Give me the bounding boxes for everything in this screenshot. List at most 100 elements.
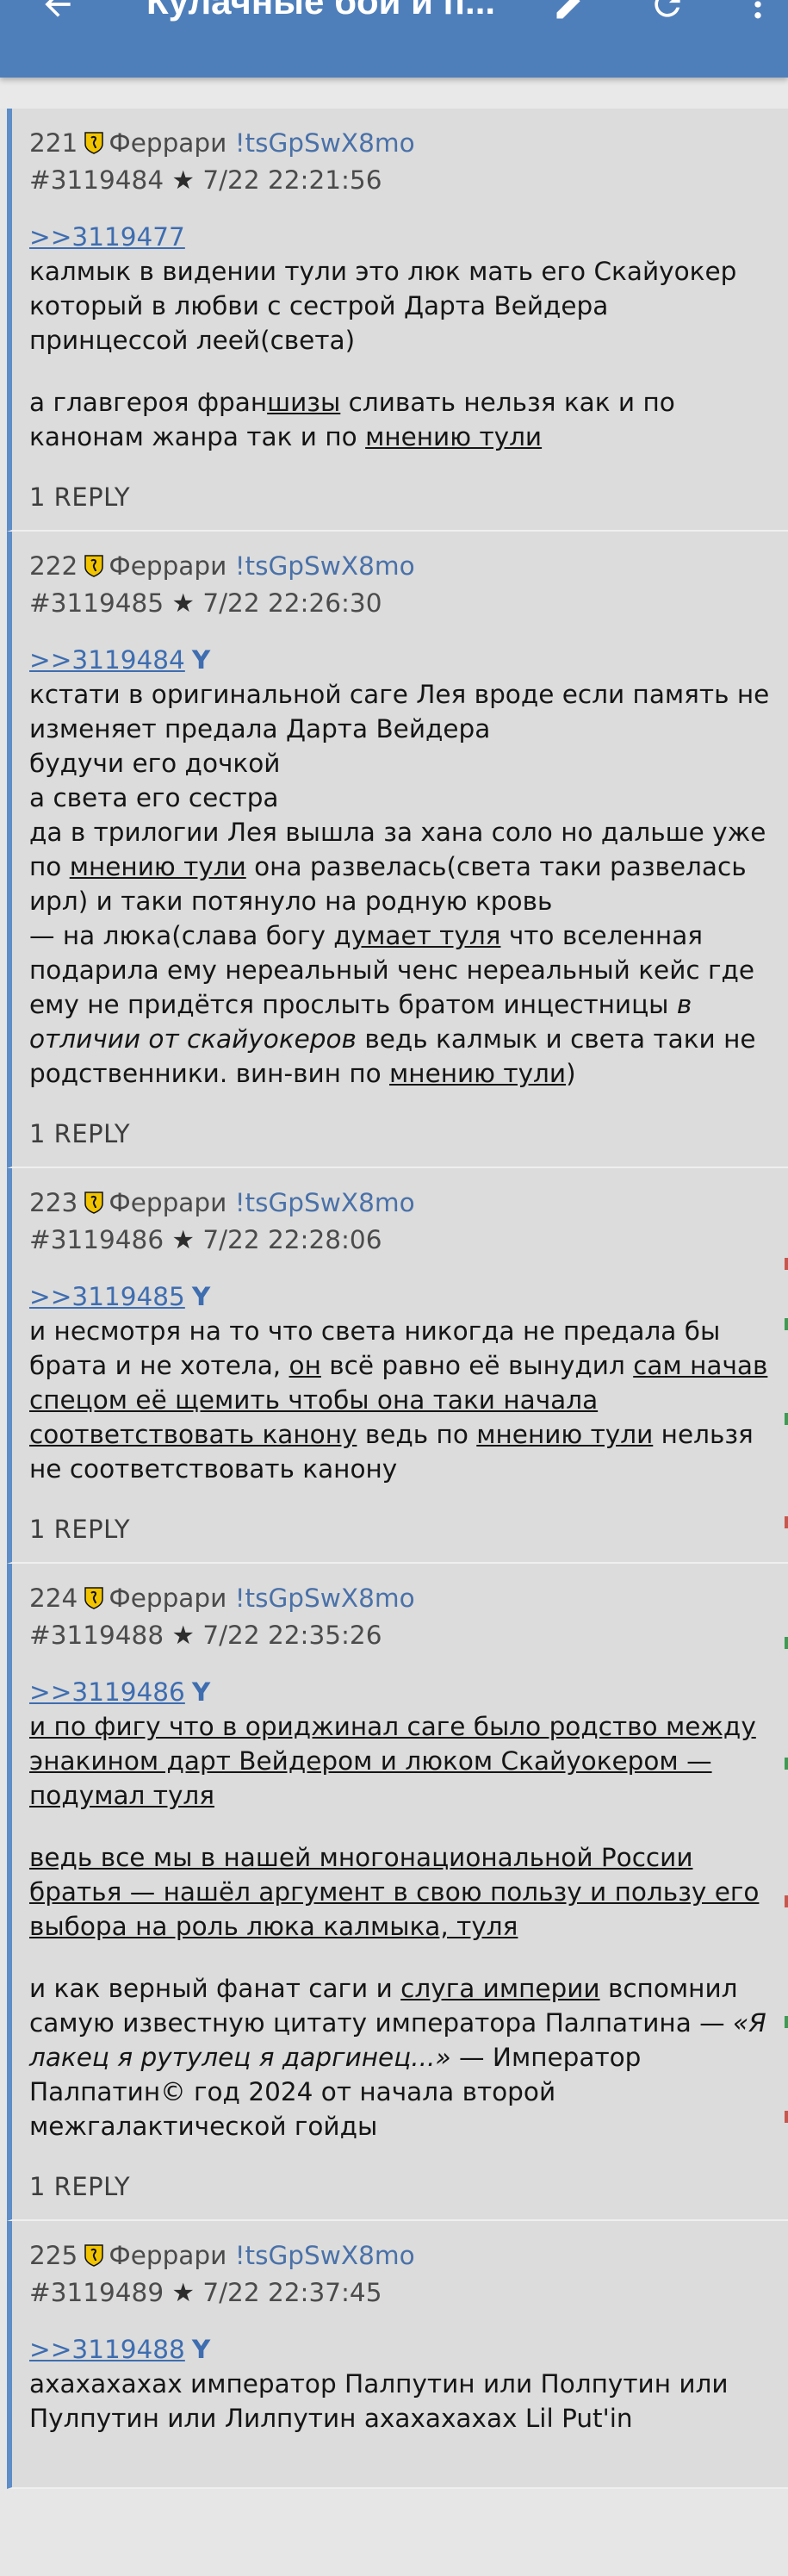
post-header: 221 Феррари !tsGpSwX8mo	[29, 126, 774, 163]
scroller-mark	[785, 1318, 788, 1330]
quote-line: >>3119486 Y	[29, 1675, 774, 1709]
tripcode[interactable]: !tsGpSwX8mo	[235, 128, 415, 158]
post-text: и как верный фанат саги и слуга империи …	[29, 1971, 774, 2144]
quote-line: >>3119477	[29, 220, 774, 254]
thread-title: Кулачные бои и п...	[146, 0, 496, 22]
more-vert-icon	[754, 1, 761, 19]
post-meta: #3119489 ★ 7/22 22:37:45	[29, 2275, 774, 2310]
poster-name: Феррари	[109, 551, 227, 581]
quote-link[interactable]: >>3119484	[29, 645, 185, 675]
post-number: 222	[29, 551, 78, 581]
poster-name: Феррари	[109, 128, 227, 158]
fast-scroller-track[interactable]	[784, 1154, 788, 2188]
post-header: 224 Феррари !tsGpSwX8mo	[29, 1581, 774, 1618]
ferrari-flag-icon	[84, 1584, 104, 1618]
scroller-mark	[785, 1413, 788, 1425]
star-icon: ★	[171, 165, 195, 195]
quote-link[interactable]: >>3119477	[29, 222, 185, 252]
post-text: будучи его дочкой	[29, 749, 281, 778]
poster-name: Феррари	[109, 2241, 227, 2270]
quote-line: >>3119484 Y	[29, 643, 774, 677]
quote-link[interactable]: >>3119488	[29, 2335, 185, 2364]
scroller-mark	[785, 2111, 788, 2123]
refresh-button[interactable]	[637, 0, 698, 43]
previous-post-edge	[0, 78, 788, 109]
you-marker: Y	[191, 2335, 211, 2364]
text-span: )	[566, 1059, 576, 1088]
post-meta: #3119484 ★ 7/22 22:21:56	[29, 163, 774, 197]
post-text: а света его сестра	[29, 783, 279, 812]
post-text: а главгероя франшизы сливать нельзя как …	[29, 385, 774, 454]
quote-link[interactable]: >>3119486	[29, 1677, 185, 1707]
post-header: 222 Феррари !tsGpSwX8mo	[29, 549, 774, 586]
app-bar: Кулачные бои и п...	[0, 0, 788, 78]
scroller-mark	[785, 1258, 788, 1270]
you-marker: Y	[191, 1677, 211, 1707]
post-id[interactable]: #3119489	[29, 2278, 164, 2307]
post-date: 7/22 22:26:30	[202, 588, 382, 618]
post-body: >>3119488 Y ахахахахах император Палпутин…	[29, 2332, 774, 2436]
scroller-mark	[785, 1895, 788, 1907]
scroller-mark	[785, 1758, 788, 1770]
post-id[interactable]: #3119486	[29, 1225, 164, 1254]
star-icon: ★	[171, 2278, 195, 2307]
tripcode[interactable]: !tsGpSwX8mo	[235, 551, 415, 581]
replies-button[interactable]: 1 REPLY	[29, 480, 774, 514]
post-id[interactable]: #3119488	[29, 1621, 164, 1650]
tripcode[interactable]: !tsGpSwX8mo	[235, 1188, 415, 1217]
underlined-text: мнению тули	[69, 852, 246, 881]
underlined-text: мнению тули	[476, 1420, 654, 1449]
ferrari-flag-icon	[84, 551, 104, 586]
post-text: ведь все мы в нашей многонациональной Ро…	[29, 1843, 760, 1941]
replies-button[interactable]: 1 REPLY	[29, 1512, 774, 1546]
post-meta: #3119488 ★ 7/22 22:35:26	[29, 1618, 774, 1652]
replies-button[interactable]: 1 REPLY	[29, 1117, 774, 1151]
post: 225 Феррари !tsGpSwX8mo #3119489 ★ 7/22 2…	[7, 2221, 788, 2489]
text-span: всё равно её вынудил	[320, 1351, 634, 1380]
you-marker: Y	[191, 645, 211, 675]
post-number: 223	[29, 1188, 78, 1217]
post-text: и по фигу что в ориджинал саге было родс…	[29, 1712, 756, 1810]
back-button[interactable]	[19, 0, 96, 43]
ferrari-flag-icon	[84, 1188, 104, 1223]
edit-button[interactable]	[541, 0, 601, 43]
tripcode[interactable]: !tsGpSwX8mo	[235, 1584, 415, 1613]
post-text: — на люка(слава богу думает туля что все…	[29, 918, 774, 1091]
post-body: >>3119485 Y и несмотря на то что света ни…	[29, 1279, 774, 1486]
replies-button[interactable]: 1 REPLY	[29, 2169, 774, 2204]
post: 221 Феррари !tsGpSwX8mo #3119484 ★ 7/22 2…	[7, 109, 788, 532]
post: 224 Феррари !tsGpSwX8mo #3119488 ★ 7/22 2…	[7, 1564, 788, 2221]
underlined-text: шизы	[267, 388, 341, 417]
edit-icon	[556, 0, 580, 19]
poster-name: Феррари	[109, 1188, 227, 1217]
underlined-text: он	[289, 1351, 321, 1380]
scroller-mark	[785, 2016, 788, 2028]
more-button[interactable]	[728, 0, 788, 43]
quote-link[interactable]: >>3119485	[29, 1282, 185, 1311]
post-id[interactable]: #3119485	[29, 588, 164, 618]
post-date: 7/22 22:28:06	[202, 1225, 382, 1254]
thread-list: 221 Феррари !tsGpSwX8mo #3119484 ★ 7/22 2…	[0, 109, 788, 2489]
post: 222 Феррари !tsGpSwX8mo #3119485 ★ 7/22 2…	[7, 532, 788, 1168]
poster-name: Феррари	[109, 1584, 227, 1613]
star-icon: ★	[171, 1225, 195, 1254]
tripcode[interactable]: !tsGpSwX8mo	[235, 2241, 415, 2270]
text-span: — на люка(слава богу	[29, 921, 334, 950]
ferrari-flag-icon	[84, 2241, 104, 2275]
text-span: а главгероя фран	[29, 388, 268, 417]
post-header: 225 Феррари !tsGpSwX8mo	[29, 2238, 774, 2275]
post-text: кстати в оригинальной саге Лея вроде есл…	[29, 680, 770, 744]
you-marker: Y	[191, 1282, 211, 1311]
underlined-text: думает туля	[333, 921, 501, 950]
post-number: 225	[29, 2241, 78, 2270]
post-meta: #3119485 ★ 7/22 22:26:30	[29, 586, 774, 620]
underlined-text: слуга империи	[400, 1974, 600, 2003]
post-number: 224	[29, 1584, 78, 1613]
star-icon: ★	[171, 588, 195, 618]
refresh-icon	[655, 0, 680, 17]
underlined-text: мнению тули	[389, 1059, 567, 1088]
quote-line: >>3119488 Y	[29, 2332, 774, 2367]
underlined-text: мнению тули	[365, 422, 543, 451]
post-id[interactable]: #3119484	[29, 165, 164, 195]
scroller-mark	[785, 1516, 788, 1528]
